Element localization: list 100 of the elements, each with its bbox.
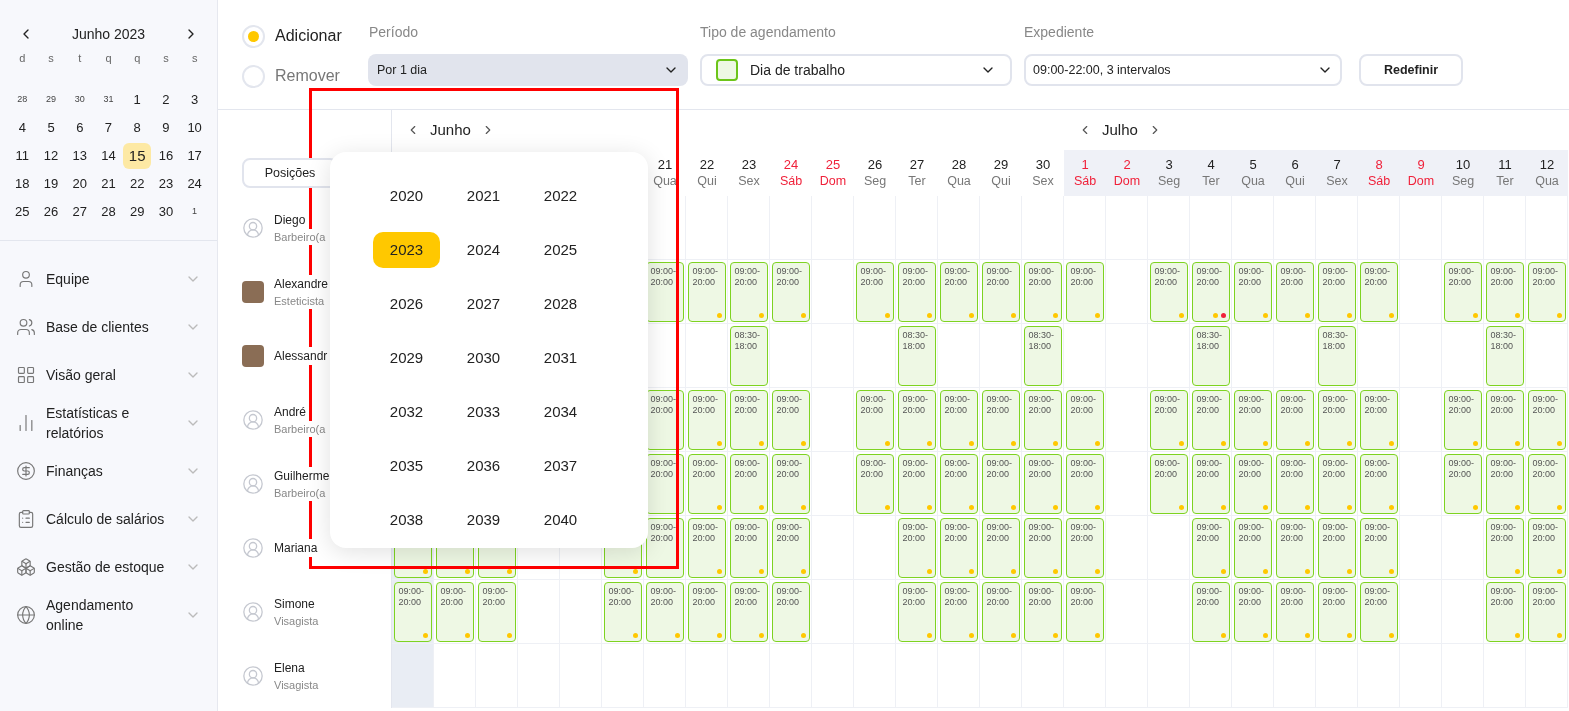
- sidebar-item-label: Finanças: [46, 462, 104, 481]
- shift-time: 09:00-20:00: [776, 521, 804, 544]
- shift-time: 09:00-20:00: [1028, 457, 1056, 480]
- shift-time: 09:00-20:00: [1448, 457, 1476, 480]
- day-number: 5: [1249, 157, 1257, 173]
- weekday-label: Sáb: [1073, 173, 1097, 189]
- weekday-label: Qua: [1535, 173, 1559, 189]
- shift-time: 09:00-20:00: [1070, 521, 1098, 544]
- staff-role: Esteticista: [274, 293, 325, 309]
- staff-name: Guilherme: [274, 467, 330, 485]
- shift-time: 09:00-20:00: [1196, 393, 1224, 416]
- shift-time: 09:00-20:00: [1280, 521, 1308, 544]
- shift-time: 09:00-20:00: [1196, 457, 1224, 480]
- shift-time: 09:00-20:00: [944, 521, 972, 544]
- shift-time: 09:00-20:00: [1196, 585, 1224, 608]
- day-number: 9: [1417, 157, 1425, 173]
- shift-time: 09:00-20:00: [1490, 521, 1518, 544]
- shift-time: 09:00-20:00: [1238, 393, 1266, 416]
- shift-time: 09:00-20:00: [1532, 457, 1560, 480]
- weekday-label: Qua: [653, 173, 677, 189]
- shift-time: 09:00-20:00: [1490, 393, 1518, 416]
- shift-time: 08:30-18:00: [1322, 329, 1350, 352]
- month-label: Julho: [1102, 119, 1138, 140]
- shift-time: 09:00-20:00: [692, 585, 720, 608]
- shift-time: 09:00-20:00: [1070, 393, 1098, 416]
- shift-time: 09:00-20:00: [776, 265, 804, 288]
- field-label: Expediente: [1024, 23, 1096, 42]
- shift-time: 08:30-18:00: [1028, 329, 1056, 352]
- weekday-label: Qui: [697, 173, 717, 189]
- day-number: 22: [699, 157, 715, 173]
- shift-time: 08:30-18:00: [1196, 329, 1224, 352]
- weekday-label: Ter: [908, 173, 926, 189]
- shift-time: 09:00-20:00: [1196, 265, 1224, 288]
- staff-name: Alexandre: [274, 275, 329, 293]
- sidebar-item-label: Agendamento online: [46, 596, 135, 635]
- shift-time: 09:00-20:00: [1154, 457, 1182, 480]
- shift-time: 09:00-20:00: [692, 265, 720, 288]
- weekday-label: Qua: [947, 173, 971, 189]
- day-number: 27: [909, 157, 925, 173]
- day-number: 26: [867, 157, 883, 173]
- month-label: Junho: [430, 119, 471, 140]
- staff-name: Alessandr: [274, 347, 328, 365]
- day-number: 2: [1123, 157, 1131, 173]
- shift-time: 09:00-20:00: [440, 585, 468, 608]
- shift-time: 09:00-20:00: [1280, 457, 1308, 480]
- shift-time: 08:30-18:00: [734, 329, 762, 352]
- day-number: 8: [1375, 157, 1383, 173]
- shift-time: 09:00-20:00: [1028, 521, 1056, 544]
- shift-time: 09:00-20:00: [1154, 265, 1182, 288]
- shift-time: 09:00-20:00: [1280, 585, 1308, 608]
- staff-role: Barbeiro(a: [274, 485, 326, 501]
- shift-time: 09:00-20:00: [1028, 265, 1056, 288]
- weekday-label: Sáb: [779, 173, 803, 189]
- shift-time: 09:00-20:00: [1532, 521, 1560, 544]
- shift-time: 09:00-20:00: [1322, 585, 1350, 608]
- day-number: 21: [657, 157, 673, 173]
- day-number: 7: [1333, 157, 1341, 173]
- weekday-label: Dom: [1113, 173, 1141, 189]
- weekday-label: Qui: [1285, 173, 1305, 189]
- shift-time: 09:00-20:00: [1028, 393, 1056, 416]
- shift-time: 09:00-20:00: [902, 393, 930, 416]
- weekday-label: Seg: [1451, 173, 1475, 189]
- shift-time: 09:00-20:00: [734, 265, 762, 288]
- weekday-label: q: [133, 51, 142, 66]
- shift-time: 09:00-20:00: [650, 521, 678, 544]
- shift-time: 09:00-20:00: [1280, 393, 1308, 416]
- day-number: 30: [1035, 157, 1051, 173]
- shift-time: 08:30-18:00: [1490, 329, 1518, 352]
- shift-time: 09:00-20:00: [776, 393, 804, 416]
- shift-time: 09:00-20:00: [1532, 393, 1560, 416]
- weekday-label: Seg: [1157, 173, 1181, 189]
- weekday-label: q: [104, 51, 113, 66]
- shift-time: 09:00-20:00: [650, 265, 678, 288]
- shift-time: 09:00-20:00: [1532, 585, 1560, 608]
- weekday-label: Sex: [1032, 173, 1054, 189]
- weekday-label: s: [47, 51, 55, 66]
- shift-time: 09:00-20:00: [650, 457, 678, 480]
- weekday-label: Seg: [863, 173, 887, 189]
- shift-time: 09:00-20:00: [1238, 585, 1266, 608]
- shift-time: 09:00-20:00: [1070, 585, 1098, 608]
- day-number: 25: [825, 157, 841, 173]
- shift-time: 09:00-20:00: [1364, 521, 1392, 544]
- shift-time: 09:00-20:00: [860, 265, 888, 288]
- shift-time: 09:00-20:00: [1364, 393, 1392, 416]
- day-number: 12: [1539, 157, 1555, 173]
- weekday-label: Qui: [991, 173, 1011, 189]
- weekday-label: Ter: [1202, 173, 1220, 189]
- shift-time: 09:00-20:00: [1070, 265, 1098, 288]
- weekday-label: Dom: [819, 173, 847, 189]
- shift-time: 09:00-20:00: [860, 393, 888, 416]
- shift-time: 09:00-20:00: [734, 457, 762, 480]
- weekday-label: Dom: [1407, 173, 1435, 189]
- shift-time: 08:30-18:00: [902, 329, 930, 352]
- staff-role: Barbeiro(a: [274, 229, 326, 245]
- sidebar-item-label: Gestão de estoque: [46, 558, 166, 577]
- shift-time: 09:00-20:00: [482, 585, 510, 608]
- month-title: Junho 2023: [71, 24, 146, 44]
- day-number: 11: [1498, 157, 1512, 173]
- shift-time: 09:00-20:00: [1238, 521, 1266, 544]
- field-label: Tipo de agendamento: [700, 23, 837, 42]
